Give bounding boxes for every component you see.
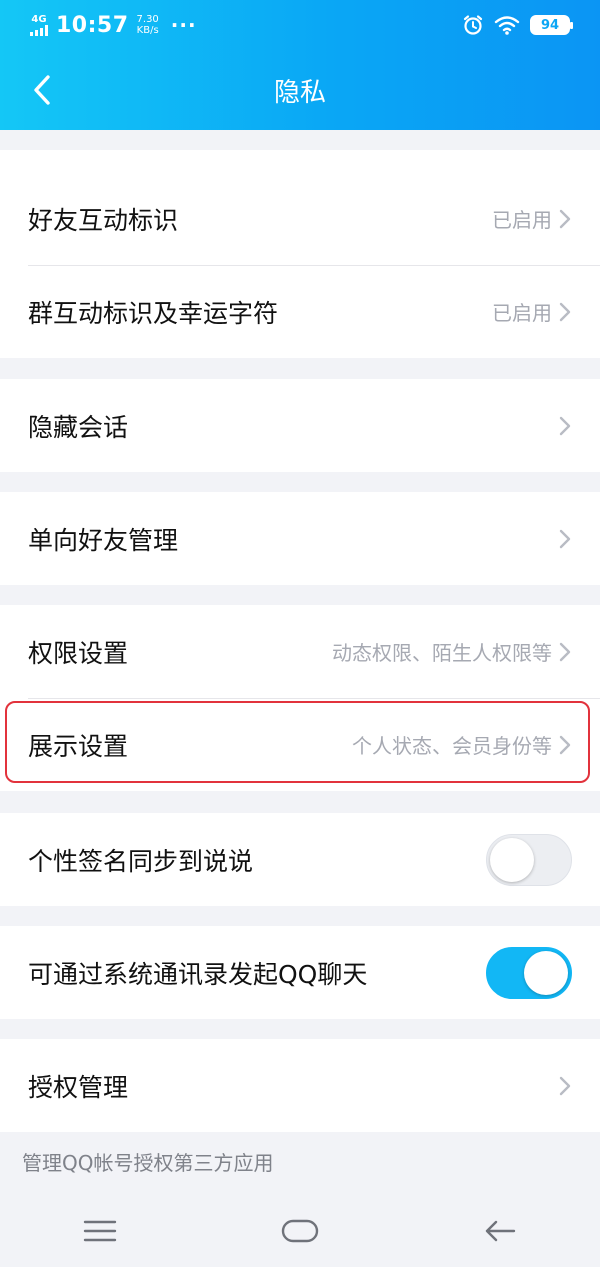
chevron-right-icon <box>559 642 571 661</box>
chevron-right-icon <box>559 302 571 321</box>
menu-button[interactable] <box>70 1211 130 1251</box>
hidden-chats-row[interactable]: 隐藏会话 <box>0 379 600 472</box>
signature-sync-toggle[interactable] <box>486 833 572 886</box>
permissions-group: 权限设置 动态权限、陌生人权限等 展示设置 个人状态、会员身份等 <box>0 605 600 791</box>
row-right <box>558 415 572 437</box>
row-right: 个人状态、会员身份等 <box>352 730 572 759</box>
more-notifications-icon: ··· <box>170 13 197 37</box>
system-nav-bar <box>0 1195 600 1267</box>
authorization-group: 授权管理 <box>0 1039 600 1132</box>
one-way-friends-row[interactable]: 单向好友管理 <box>0 492 600 585</box>
arrow-left-icon <box>485 1220 516 1242</box>
row-right: 已启用 <box>492 297 572 326</box>
status-left: 4G 10:57 7.30 KB/s ··· <box>30 13 197 38</box>
status-right: 94 <box>462 14 573 36</box>
group-interaction-row[interactable]: 群互动标识及幸运字符 已启用 <box>0 265 600 358</box>
contacts-chat-row: 可通过系统通讯录发起QQ聊天 <box>0 926 600 1019</box>
interaction-group: 好友互动标识 已启用 群互动标识及幸运字符 已启用 <box>0 172 600 358</box>
network-type: 4G <box>31 13 47 25</box>
chevron-right-icon <box>559 529 571 548</box>
one-way-friends-group: 单向好友管理 <box>0 492 600 585</box>
authorization-row[interactable]: 授权管理 <box>0 1039 600 1132</box>
row-label: 可通过系统通讯录发起QQ聊天 <box>28 959 368 989</box>
system-back-button[interactable] <box>470 1211 530 1251</box>
row-right <box>558 528 572 550</box>
row-label: 群互动标识及幸运字符 <box>28 298 279 328</box>
friend-interaction-row[interactable]: 好友互动标识 已启用 <box>0 172 600 265</box>
chevron-right-icon <box>559 1076 571 1095</box>
battery-icon: 94 <box>530 15 573 35</box>
status-bar: 4G 10:57 7.30 KB/s ··· 94 <box>0 0 600 50</box>
chevron-right-icon <box>559 416 571 435</box>
signal-indicator: 4G <box>30 13 48 36</box>
network-speed: 7.30 KB/s <box>137 14 159 36</box>
title-bar: 隐私 <box>0 50 600 130</box>
row-label: 权限设置 <box>28 638 129 668</box>
row-label: 授权管理 <box>28 1072 129 1102</box>
alarm-icon <box>463 15 483 35</box>
network-speed-unit: KB/s <box>136 25 159 36</box>
row-right <box>558 1075 572 1097</box>
signal-bars-icon <box>30 24 48 36</box>
wifi-icon <box>494 16 520 35</box>
contacts-chat-group: 可通过系统通讯录发起QQ聊天 <box>0 926 600 1019</box>
page-title: 隐私 <box>273 77 326 108</box>
home-button[interactable] <box>270 1211 330 1251</box>
row-label: 好友互动标识 <box>28 205 179 235</box>
display-settings-row[interactable]: 展示设置 个人状态、会员身份等 <box>0 698 600 791</box>
network-speed-value: 7.30 <box>136 14 159 25</box>
contacts-chat-toggle[interactable] <box>486 946 572 999</box>
row-label: 单向好友管理 <box>28 525 179 555</box>
menu-icon <box>83 1220 117 1242</box>
row-label: 展示设置 <box>28 731 129 761</box>
battery-level: 94 <box>540 17 560 33</box>
chevron-right-icon <box>559 209 571 228</box>
top-spacer-group <box>0 150 600 172</box>
permissions-row[interactable]: 权限设置 动态权限、陌生人权限等 <box>0 605 600 698</box>
status-time: 10:57 <box>56 12 129 38</box>
row-label: 个性签名同步到说说 <box>28 846 254 876</box>
row-value: 个人状态、会员身份等 <box>352 734 552 758</box>
row-right: 已启用 <box>492 204 572 233</box>
chevron-right-icon <box>559 735 571 754</box>
chevron-left-icon <box>34 75 50 105</box>
header-bar: 4G 10:57 7.30 KB/s ··· 94 隐私 <box>0 0 600 130</box>
signature-sync-group: 个性签名同步到说说 <box>0 813 600 906</box>
authorization-footnote: 管理QQ帐号授权第三方应用 <box>22 1151 274 1175</box>
row-label: 隐藏会话 <box>28 412 129 442</box>
row-value: 动态权限、陌生人权限等 <box>332 641 552 665</box>
back-button[interactable] <box>22 68 62 112</box>
toggle-knob <box>490 837 534 882</box>
hidden-chats-group: 隐藏会话 <box>0 379 600 472</box>
row-value: 已启用 <box>492 208 552 232</box>
row-value: 已启用 <box>492 301 552 325</box>
signature-sync-row: 个性签名同步到说说 <box>0 813 600 906</box>
home-icon <box>281 1219 319 1243</box>
row-right: 动态权限、陌生人权限等 <box>332 637 572 666</box>
toggle-knob <box>524 950 568 995</box>
